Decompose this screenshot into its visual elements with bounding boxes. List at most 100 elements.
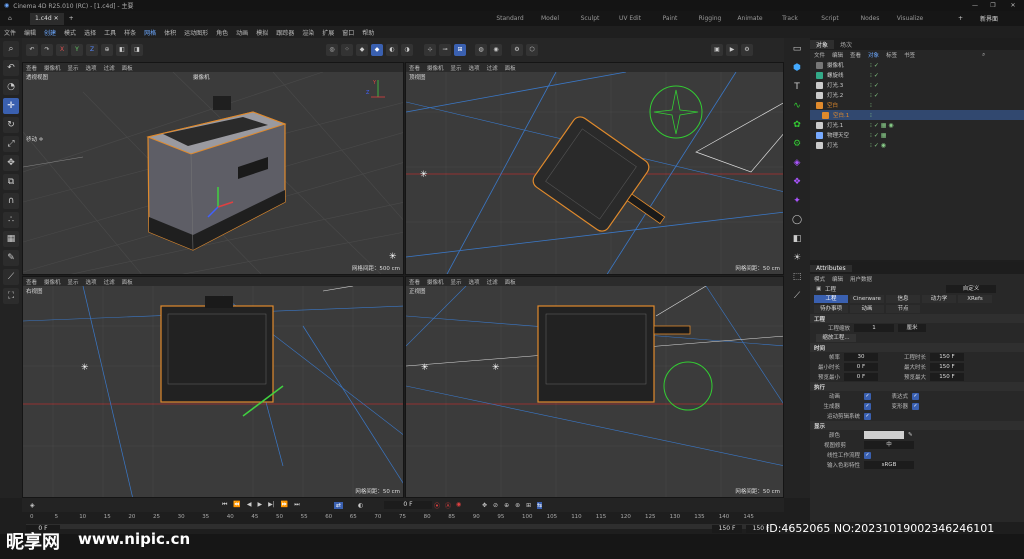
vp-menu-camera[interactable]: 摄像机 — [427, 64, 444, 72]
vp-menu-display[interactable]: 显示 — [451, 64, 462, 72]
render-queue-icon[interactable]: ⬡ — [526, 44, 538, 56]
menu-item[interactable]: 渲染 — [302, 28, 314, 37]
render-settings-icon[interactable]: ⚙ — [511, 44, 523, 56]
menu-item[interactable]: 模拟 — [256, 28, 268, 37]
camera-icon[interactable]: ◧ — [789, 231, 805, 247]
minimize-button[interactable]: — — [966, 0, 984, 11]
grid-snap-icon[interactable]: ⊞ — [454, 44, 466, 56]
fps-toggle-icon[interactable]: ◐ — [358, 502, 363, 509]
vp-menu-filter[interactable]: 过滤 — [487, 64, 498, 72]
generators-checkbox[interactable]: ✓ — [864, 402, 871, 410]
lod-dropdown[interactable]: 中 — [864, 441, 914, 449]
layout-tab[interactable]: Nodes — [850, 15, 890, 22]
obj-menu-edit[interactable]: 编辑 — [832, 51, 843, 59]
eyedropper-icon[interactable]: ✎ — [908, 432, 913, 438]
timeline-icon[interactable]: ⇆ — [537, 501, 543, 509]
move-tool-icon[interactable]: ✛ — [3, 98, 19, 114]
edit-render-settings-icon[interactable]: ⚙ — [741, 44, 753, 56]
obj-menu-bookmarks[interactable]: 书签 — [904, 51, 915, 59]
length-field[interactable]: 150 F — [930, 353, 964, 361]
effector-icon[interactable]: ✦ — [789, 193, 805, 209]
section-display[interactable]: 显示 — [810, 421, 1024, 430]
menu-item[interactable]: 编辑 — [24, 28, 36, 37]
environment-icon[interactable]: ◯ — [789, 212, 805, 228]
viewport-top[interactable]: 查看 摄像机 显示 选项 过滤 面板 顶视图 ✳ 网格间距：50 cm — [405, 62, 784, 275]
vp-menu-options[interactable]: 选项 — [86, 64, 97, 72]
vp-menu-camera[interactable]: 摄像机 — [44, 278, 61, 286]
object-mode-icon[interactable]: ◨ — [131, 44, 143, 56]
menu-item[interactable]: 模式 — [64, 28, 76, 37]
scale-key-icon[interactable]: ⊕ — [504, 502, 509, 509]
paint-icon[interactable]: ⛶ — [3, 288, 19, 304]
render-view-icon[interactable]: ◉ — [490, 44, 502, 56]
scale-field[interactable]: 1 — [854, 324, 894, 332]
axis-y-toggle[interactable]: Y — [71, 44, 83, 56]
preview-max-field[interactable]: 150 F — [930, 373, 964, 381]
coordinate-system-icon[interactable]: ⊕ — [101, 44, 113, 56]
rotate-tool-icon[interactable]: ↻ — [3, 117, 19, 133]
attr-menu-userdata[interactable]: 用户数据 — [850, 275, 872, 283]
primitive-icon[interactable]: ⬢ — [789, 60, 805, 76]
vp-menu-panel[interactable]: 面板 — [122, 278, 133, 286]
vp-menu-options[interactable]: 选项 — [86, 278, 97, 286]
magnet-toggle-icon[interactable]: ⊸ — [439, 44, 451, 56]
vp-menu-camera[interactable]: 摄像机 — [427, 278, 444, 286]
obj-menu-file[interactable]: 文件 — [814, 51, 825, 59]
search-icon[interactable]: ⌕ — [982, 52, 985, 59]
tag-icon[interactable]: ⬚ — [789, 269, 805, 285]
tab-attributes[interactable]: Attributes — [810, 264, 852, 272]
undo-icon[interactable]: ↶ — [3, 60, 19, 76]
redo-button[interactable]: ↷ — [41, 44, 53, 56]
vp-menu-panel[interactable]: 面板 — [505, 64, 516, 72]
list-item[interactable]: 摄像机 ⁝ ✓ — [810, 60, 1024, 70]
menu-item[interactable]: 样条 — [124, 28, 136, 37]
menu-item[interactable]: 工具 — [104, 28, 116, 37]
list-item[interactable]: 螺旋线 ⁝ ✓ — [810, 70, 1024, 80]
go-end-icon[interactable]: ⏭ — [294, 501, 299, 509]
layout-tab[interactable]: Standard — [490, 15, 530, 22]
menu-item[interactable]: 窗口 — [342, 28, 354, 37]
layout-tab[interactable]: Paint — [650, 15, 690, 22]
magnet-icon[interactable]: ∩ — [3, 193, 19, 209]
layout-tab[interactable]: Model — [530, 15, 570, 22]
transform-tool-icon[interactable]: ✥ — [3, 155, 19, 171]
play-icon[interactable]: ▶ — [258, 501, 263, 509]
vp-menu-panel[interactable]: 面板 — [122, 64, 133, 72]
min-field[interactable]: 0 F — [844, 363, 878, 371]
list-item[interactable]: 灯光.2 ⁝ ✓ — [810, 90, 1024, 100]
vp-menu-display[interactable]: 显示 — [451, 278, 462, 286]
edges-mode-icon[interactable]: ◎ — [326, 44, 338, 56]
list-item[interactable]: 灯光 ⁝ ✓ ◉ — [810, 140, 1024, 150]
animation-checkbox[interactable]: ✓ — [864, 392, 871, 400]
go-start-icon[interactable]: ⏮ — [222, 501, 227, 509]
current-frame-field[interactable]: 0 F — [384, 501, 432, 509]
rot-key-icon[interactable]: ⊘ — [493, 502, 498, 509]
section-execution[interactable]: 执行 — [810, 382, 1024, 391]
menu-item[interactable]: 网格 — [144, 28, 156, 37]
vp-menu-camera[interactable]: 摄像机 — [44, 64, 61, 72]
close-button[interactable]: ✕ — [1004, 0, 1022, 11]
add-document-button[interactable]: + — [69, 15, 74, 22]
viewport-right[interactable]: 查看 摄像机 显示 选项 过滤 面板 右视图 ✳ 网格间距：50 cm — [22, 276, 404, 498]
tab-nodes[interactable]: 节点 — [886, 305, 920, 313]
workplane-icon[interactable]: ◑ — [401, 44, 413, 56]
axis-x-toggle[interactable]: X — [56, 44, 68, 56]
layout-tab[interactable]: UV Edit — [610, 15, 650, 22]
fps-field[interactable]: 30 — [844, 353, 878, 361]
layout-tab[interactable]: Visualize — [890, 15, 930, 22]
menu-item[interactable]: 文件 — [4, 28, 16, 37]
next-frame-icon[interactable]: ▶| — [268, 501, 275, 509]
linear-workflow-checkbox[interactable]: ✓ — [864, 451, 871, 459]
menu-item[interactable]: 扩展 — [322, 28, 334, 37]
layout-tab[interactable]: Track — [770, 15, 810, 22]
preview-min-field[interactable]: 0 F — [844, 373, 878, 381]
end-frame-field[interactable]: 150 F — [712, 525, 742, 533]
list-item[interactable]: 灯光.3 ⁝ ✓ — [810, 80, 1024, 90]
points-mode-button[interactable]: ⁘ — [341, 44, 353, 56]
spline-icon[interactable]: ∿ — [789, 98, 805, 114]
obj-menu-object[interactable]: 对象 — [868, 51, 879, 59]
attr-menu-edit[interactable]: 编辑 — [832, 275, 843, 283]
polygon-mode-button[interactable]: ◆ — [356, 44, 368, 56]
render-region-icon[interactable]: ◍ — [475, 44, 487, 56]
tab-info[interactable]: 信息 — [886, 295, 920, 303]
